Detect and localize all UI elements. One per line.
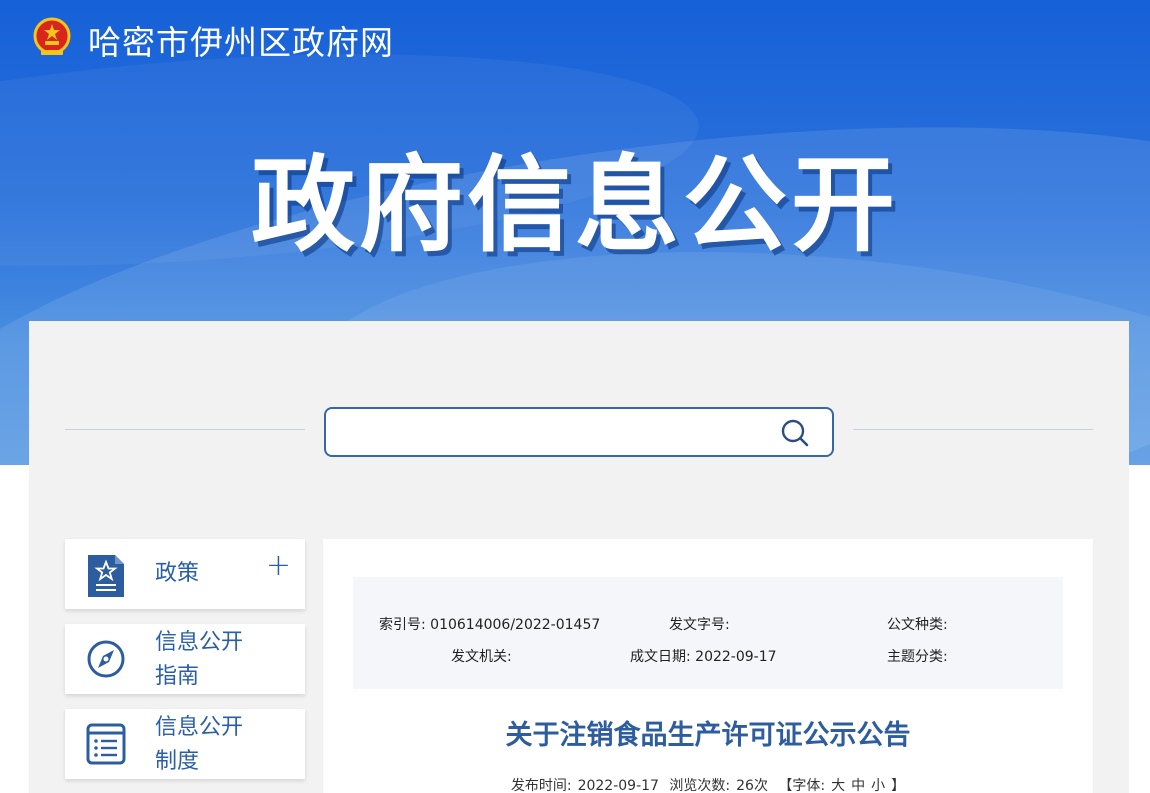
list-document-icon <box>86 723 126 765</box>
article-info: 发布时间: 2022-09-17 浏览次数: 26次 【字体: 大中小】 <box>323 775 1093 793</box>
topic-label: 主题分类: <box>887 649 948 665</box>
site-name[interactable]: 哈密市伊州区政府网 <box>88 16 394 64</box>
document-number-label: 发文字号: <box>669 617 730 633</box>
banner-title: 政府信息公开 <box>250 144 899 266</box>
views-count: 26次 <box>736 778 768 793</box>
compass-icon <box>87 640 125 678</box>
sidebar-item-label: 指南 <box>155 664 200 689</box>
publish-label: 发布时间: <box>510 778 572 793</box>
sidebar-item-policy[interactable]: 政策 + <box>65 539 305 609</box>
sidebar-item-label: 信息公开 <box>155 630 244 655</box>
publish-date: 2022-09-17 <box>577 778 659 793</box>
font-size-suffix: 】 <box>891 778 906 793</box>
divider <box>65 429 305 430</box>
expand-plus-icon[interactable]: + <box>266 551 291 581</box>
font-medium-button[interactable]: 中 <box>851 778 865 793</box>
search-icon[interactable] <box>778 417 812 449</box>
sidebar-item-label: 信息公开 <box>155 715 244 740</box>
sidebar-item-label: 政策 <box>155 561 200 586</box>
document-metadata: 索引号: 010614006/2022-01457 发文字号: 公文种类: 发文… <box>353 577 1063 689</box>
font-large-button[interactable]: 大 <box>831 778 845 793</box>
document-type-label: 公文种类: <box>887 617 948 633</box>
index-number-label: 索引号: <box>379 617 426 633</box>
created-date-label: 成文日期: <box>630 649 691 665</box>
created-date-value: 2022-09-17 <box>695 649 777 665</box>
sidebar-item-disclosure-system[interactable]: 信息公开 制度 <box>65 709 305 779</box>
index-number-value: 010614006/2022-01457 <box>430 617 601 633</box>
font-small-button[interactable]: 小 <box>871 778 885 793</box>
search-input[interactable] <box>338 417 768 447</box>
sidebar-item-label: 制度 <box>155 749 200 774</box>
national-emblem-icon <box>33 17 71 55</box>
issuer-label: 发文机关: <box>451 649 512 665</box>
main-panel: 政策 + 信息公开 指南 信息公开 制度 索引号: 010614006/2022… <box>29 321 1129 793</box>
sidebar-item-disclosure-guide[interactable]: 信息公开 指南 <box>65 624 305 694</box>
article-content: 索引号: 010614006/2022-01457 发文字号: 公文种类: 发文… <box>323 539 1093 793</box>
views-label: 浏览次数: <box>669 778 731 793</box>
article-title: 关于注销食品生产许可证公示公告 <box>505 720 911 751</box>
divider <box>853 429 1093 430</box>
font-size-prefix: 【字体: <box>778 778 826 793</box>
search-box <box>324 407 834 457</box>
policy-document-icon <box>88 555 124 597</box>
created-date-field: 成文日期: 2022-09-17 <box>630 646 777 666</box>
index-number-field: 索引号: 010614006/2022-01457 <box>379 614 600 634</box>
